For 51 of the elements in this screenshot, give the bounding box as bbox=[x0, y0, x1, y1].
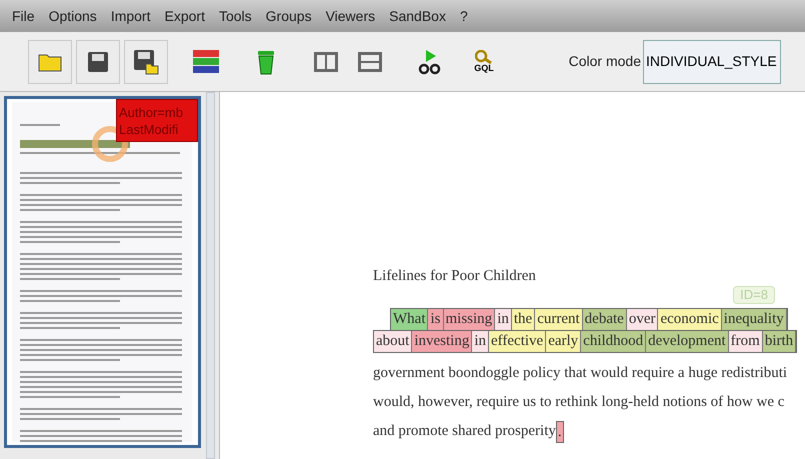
menu-item[interactable]: SandBox bbox=[389, 6, 446, 26]
color-stripes-icon bbox=[193, 50, 219, 74]
word-token[interactable]: the bbox=[512, 309, 536, 330]
word-token[interactable]: in bbox=[472, 331, 489, 352]
menu-item[interactable]: Viewers bbox=[326, 6, 376, 26]
menu-item[interactable]: Export bbox=[164, 6, 205, 26]
word-token[interactable]: birth bbox=[762, 331, 796, 352]
document-title: Lifelines for Poor Children bbox=[373, 267, 537, 286]
menu-item[interactable]: ? bbox=[460, 6, 468, 26]
play-glasses-icon bbox=[418, 48, 442, 74]
word-token[interactable]: . bbox=[556, 420, 564, 442]
metadata-text: LastModifi bbox=[119, 120, 180, 138]
floppy-folder-icon bbox=[133, 48, 159, 74]
two-columns-icon bbox=[313, 50, 339, 72]
word-token[interactable]: missing bbox=[444, 309, 496, 330]
word-token[interactable]: inequality bbox=[722, 309, 787, 330]
save-as-button[interactable] bbox=[124, 40, 168, 84]
word-token[interactable]: current bbox=[535, 309, 583, 330]
menu-item[interactable]: Tools bbox=[218, 6, 252, 26]
word-token[interactable]: investing bbox=[412, 331, 472, 352]
id-badge: ID=8 bbox=[733, 286, 775, 304]
word-token[interactable]: in bbox=[495, 309, 512, 330]
menu-item[interactable]: File bbox=[12, 6, 35, 26]
word-token[interactable]: debate bbox=[582, 309, 627, 330]
word-token[interactable]: What bbox=[391, 309, 428, 330]
trash-can-icon bbox=[256, 48, 276, 74]
word-token[interactable]: about bbox=[374, 331, 412, 352]
gql-button[interactable]: GQL bbox=[464, 40, 504, 84]
scrollbar[interactable] bbox=[206, 92, 215, 459]
word-token[interactable]: childhood bbox=[581, 331, 646, 352]
word-token[interactable]: over bbox=[626, 309, 658, 330]
folder-button[interactable] bbox=[28, 40, 72, 84]
word-token[interactable]: development bbox=[646, 331, 729, 352]
menu-item[interactable]: Options bbox=[48, 6, 97, 26]
word-token[interactable]: is bbox=[428, 309, 444, 330]
body-text: government boondoggle policy that would require a huge redistributi bbox=[373, 364, 788, 383]
magnifier-icon bbox=[475, 50, 493, 64]
menu-item[interactable]: Import bbox=[110, 6, 150, 26]
color-mode-label: Color mode bbox=[568, 52, 641, 71]
body-text: and promote shared prosperity bbox=[373, 422, 556, 441]
color-mode-dropdown[interactable]: INDIVIDUAL_STYLE bbox=[643, 40, 781, 84]
word-token[interactable]: effective bbox=[489, 331, 546, 352]
word-token[interactable]: economic bbox=[658, 309, 722, 330]
menu-item[interactable]: Groups bbox=[266, 6, 312, 26]
word-token[interactable]: from bbox=[728, 331, 763, 352]
save-button[interactable] bbox=[76, 40, 120, 84]
folder-icon bbox=[38, 52, 62, 72]
word-token[interactable]: early bbox=[546, 331, 582, 352]
metadata-text: Author=mb bbox=[119, 104, 184, 120]
two-rows-icon bbox=[357, 50, 383, 72]
body-text: would, however, require us to rethink long-held notions of how we c bbox=[373, 393, 784, 412]
